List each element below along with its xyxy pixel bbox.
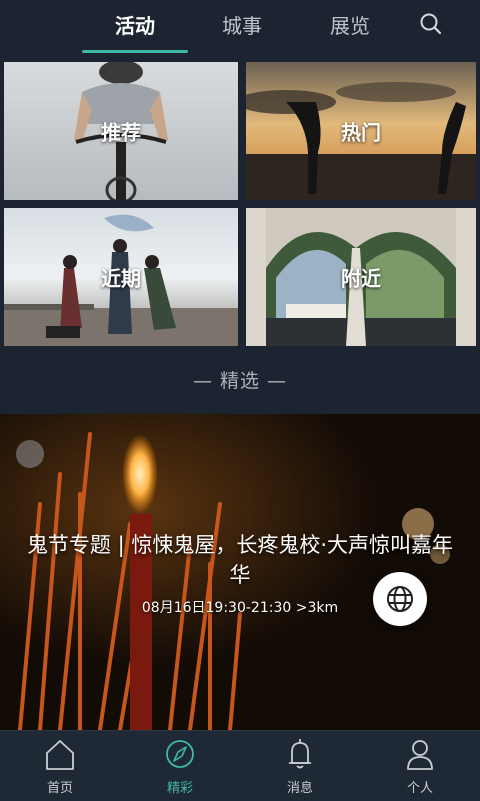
nav-home[interactable]: 首页 (0, 731, 120, 801)
compass-icon (166, 740, 194, 768)
category-grid: 推荐 热门 近期 附近 (0, 60, 480, 350)
tab-city-events[interactable]: 城事 (192, 10, 292, 40)
tab-exhibitions[interactable]: 展览 (300, 10, 400, 40)
globe-action-button[interactable] (373, 572, 427, 626)
nav-home-label: 首页 (46, 781, 73, 796)
nav-featured-label: 精彩 (166, 781, 193, 796)
search-button[interactable] (414, 8, 448, 42)
section-title-featured: — 精选 — (192, 370, 288, 392)
bottom-nav-bar: 首页 精彩 消息 个人 (0, 730, 480, 801)
nav-messages-label: 消息 (286, 781, 313, 796)
tab-activities[interactable]: 活动 (85, 10, 185, 40)
category-label: 附近 (341, 266, 381, 291)
bell-icon (289, 739, 311, 769)
top-tab-bar: 活动 城事 展览 (0, 0, 480, 58)
nav-profile[interactable]: 个人 (360, 731, 480, 801)
category-label: 近期 (101, 266, 141, 291)
category-label: 推荐 (101, 120, 141, 145)
category-tile-nearby[interactable]: 附近 (246, 208, 476, 346)
nav-featured[interactable]: 精彩 (120, 731, 240, 801)
active-tab-indicator (82, 50, 188, 53)
person-icon (407, 740, 433, 770)
nav-messages[interactable]: 消息 (240, 731, 360, 801)
search-icon (420, 13, 442, 35)
category-label: 热门 (341, 120, 381, 145)
category-tile-popular[interactable]: 热门 (246, 62, 476, 200)
home-icon (46, 740, 74, 770)
nav-profile-label: 个人 (406, 781, 433, 796)
category-tile-recommended[interactable]: 推荐 (4, 62, 238, 200)
globe-icon (387, 586, 413, 612)
category-tile-upcoming[interactable]: 近期 (4, 208, 238, 346)
